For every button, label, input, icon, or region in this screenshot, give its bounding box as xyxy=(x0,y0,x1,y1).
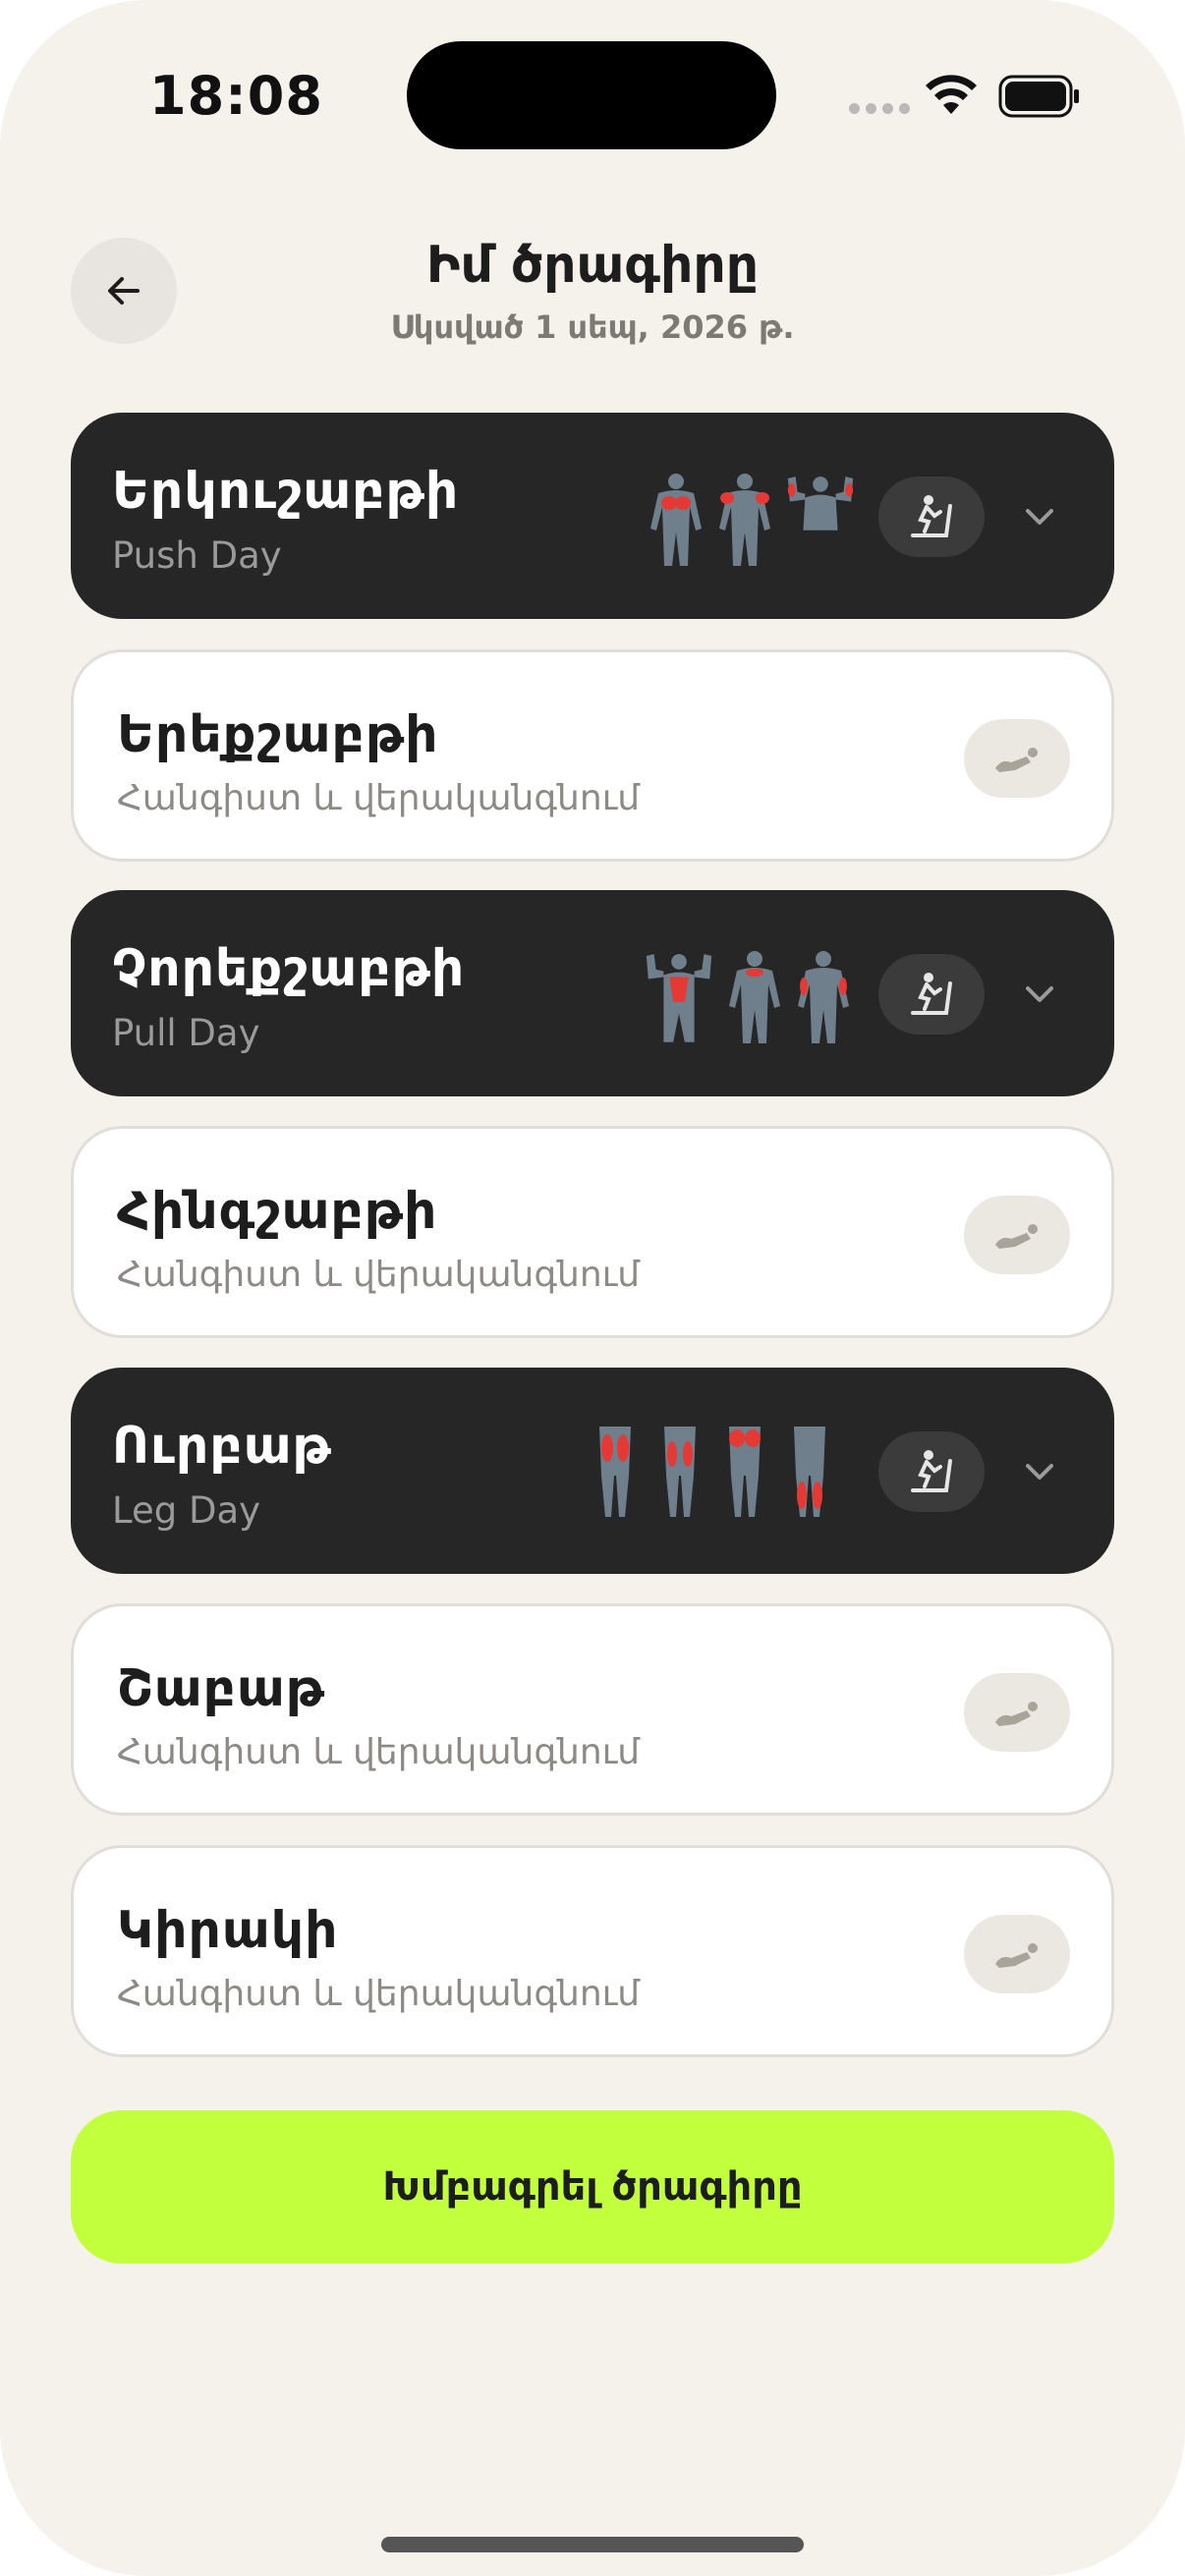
workout-name: Pull Day xyxy=(112,1012,260,1054)
body-shoulders-icon xyxy=(719,474,770,566)
status-time: 18:08 xyxy=(149,65,323,127)
rest-label: Հանգիստ և վերականգնում xyxy=(117,1732,641,1772)
legs-calves-icon xyxy=(794,1427,825,1517)
muscle-figures xyxy=(645,472,859,566)
wifi-icon xyxy=(926,75,977,114)
legs-hamstrings-icon xyxy=(664,1427,696,1517)
day-name: Չորեքշաբթի xyxy=(112,939,466,998)
rest-badge xyxy=(964,1673,1070,1752)
cardio-badge[interactable] xyxy=(878,1431,985,1512)
day-name: Շաբաթ xyxy=(117,1659,326,1718)
program-start-date: Սկսված 1 սեպ, 2026 թ. xyxy=(390,308,795,346)
lying-person-icon xyxy=(995,1224,1038,1249)
lying-person-icon xyxy=(995,748,1038,772)
cardio-badge[interactable] xyxy=(878,476,985,557)
page-title: Իմ ծրագիրը xyxy=(425,236,760,295)
day-name: Ուրբաթ xyxy=(112,1417,332,1476)
body-biceps-icon xyxy=(798,951,849,1043)
rest-badge xyxy=(964,719,1070,798)
muscle-figures xyxy=(593,1427,831,1521)
chevron-down-icon[interactable] xyxy=(1020,975,1059,1014)
rest-badge xyxy=(964,1915,1070,1993)
day-card-wednesday[interactable]: Չորեքշաբթի Pull Day xyxy=(71,890,1114,1096)
treadmill-icon xyxy=(911,973,952,1015)
day-card-monday[interactable]: Երկուշաբթի Push Day xyxy=(71,413,1114,619)
day-card-tuesday[interactable]: Երեքշաբթի Հանգիստ և վերականգնում xyxy=(71,649,1114,862)
dynamic-island xyxy=(407,41,776,149)
day-name: Հինգշաբթի xyxy=(117,1182,438,1241)
day-name: Կիրակի xyxy=(117,1901,339,1960)
phone-screen: 18:08 Իմ ծրագիրը Սկսված 1 սեպ, 2026 թ. Ե… xyxy=(0,0,1185,2576)
chevron-down-icon[interactable] xyxy=(1020,497,1059,536)
treadmill-icon xyxy=(911,495,952,537)
legs-quads-icon xyxy=(599,1427,631,1517)
day-card-saturday[interactable]: Շաբաթ Հանգիստ և վերականգնում xyxy=(71,1603,1114,1816)
battery-icon xyxy=(998,75,1079,118)
rest-label: Հանգիստ և վերականգնում xyxy=(117,778,641,818)
cellular-signal-icon xyxy=(849,103,910,114)
edit-program-button[interactable]: Խմբագրել ծրագիրը xyxy=(71,2110,1114,2264)
rest-badge xyxy=(964,1196,1070,1274)
cardio-badge[interactable] xyxy=(878,954,985,1035)
day-name: Երեքշաբթի xyxy=(117,705,439,764)
day-card-thursday[interactable]: Հինգշաբթի Հանգիստ և վերականգնում xyxy=(71,1126,1114,1338)
lying-person-icon xyxy=(995,1702,1038,1726)
body-back-icon xyxy=(646,954,712,1042)
legs-glutes-icon xyxy=(729,1427,761,1517)
rest-label: Հանգիստ և վերականգնում xyxy=(117,1974,641,2014)
body-rear-delts-icon xyxy=(729,951,780,1043)
lying-person-icon xyxy=(995,1943,1038,1968)
workout-name: Push Day xyxy=(112,534,282,577)
body-chest-icon xyxy=(650,474,702,566)
chevron-down-icon[interactable] xyxy=(1020,1452,1059,1491)
home-indicator[interactable] xyxy=(381,2537,804,2552)
rest-label: Հանգիստ և վերականգնում xyxy=(117,1255,641,1295)
muscle-figures xyxy=(641,949,855,1043)
day-card-friday[interactable]: Ուրբաթ Leg Day xyxy=(71,1368,1114,1574)
body-triceps-icon xyxy=(787,476,854,531)
treadmill-icon xyxy=(911,1450,952,1492)
day-name: Երկուշաբթի xyxy=(112,462,460,521)
workout-name: Leg Day xyxy=(112,1489,261,1532)
day-card-sunday[interactable]: Կիրակի Հանգիստ և վերականգնում xyxy=(71,1845,1114,2057)
